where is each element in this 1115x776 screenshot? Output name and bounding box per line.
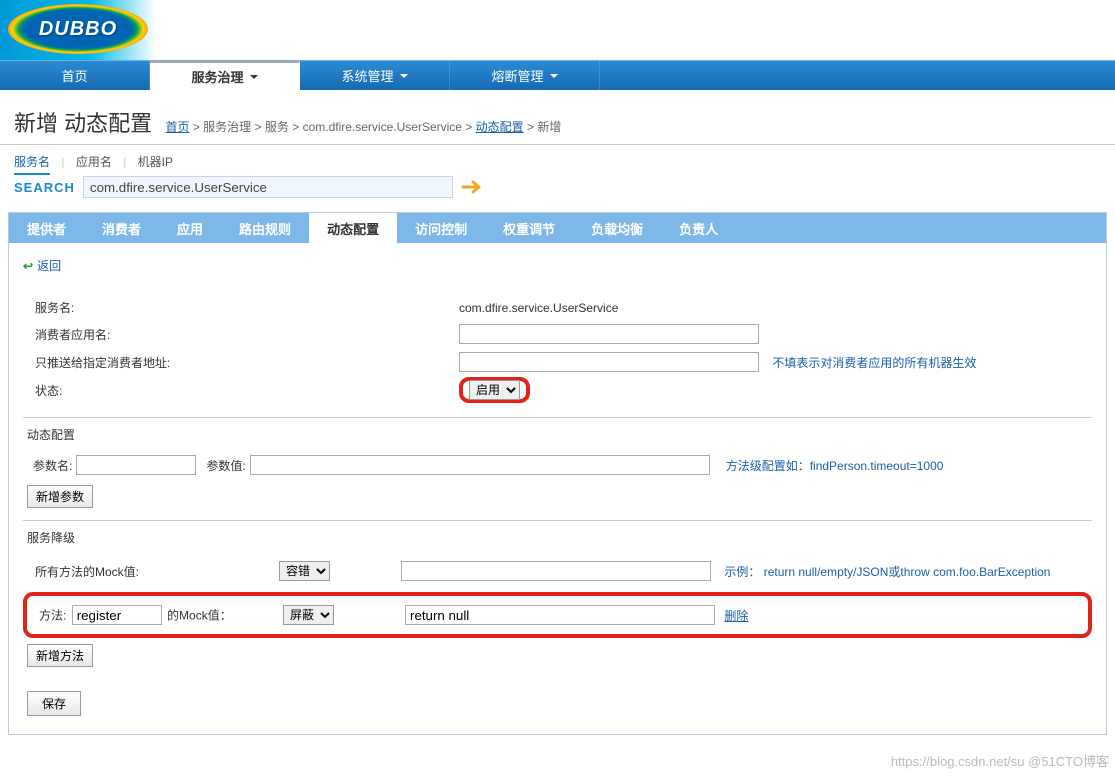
divider bbox=[23, 417, 1092, 418]
search-go-button[interactable] bbox=[461, 178, 485, 196]
brand-banner: DUBBO bbox=[0, 0, 1115, 60]
nav-service-gov-label: 服务治理 bbox=[191, 67, 243, 86]
crumb-svc: 服务 bbox=[265, 120, 289, 134]
save-button[interactable]: 保存 bbox=[27, 691, 81, 716]
back-arrow-icon: ↩ bbox=[23, 259, 33, 273]
degrade-form: 所有方法的Mock值: 容错 示例： return null/empty/JSO… bbox=[23, 556, 1092, 586]
tab-route[interactable]: 路由规则 bbox=[221, 213, 309, 243]
crumb-home[interactable]: 首页 bbox=[165, 120, 189, 134]
search-input[interactable] bbox=[83, 176, 453, 198]
tab-owner[interactable]: 负责人 bbox=[661, 213, 736, 243]
nav-system-label: 系统管理 bbox=[341, 66, 393, 85]
back-link[interactable]: ↩ 返回 bbox=[23, 257, 61, 274]
nav-circuit[interactable]: 熔断管理 bbox=[450, 61, 600, 90]
label-push-addr: 只推送给指定消费者地址: bbox=[25, 349, 455, 375]
watermark: https://blog.csdn.net/su @51CTO博客 bbox=[891, 751, 1109, 770]
label-status: 状态: bbox=[25, 377, 455, 403]
hint-param: 方法级配置如：findPerson.timeout=1000 bbox=[726, 457, 944, 474]
crumb-add: 新增 bbox=[537, 120, 561, 134]
crumb-svc-name: com.dfire.service.UserService bbox=[303, 120, 462, 134]
page-title: 新增 动态配置 bbox=[14, 106, 152, 138]
back-label: 返回 bbox=[37, 257, 61, 274]
nav-service-gov[interactable]: 服务治理 bbox=[150, 61, 300, 90]
add-method-button[interactable]: 新增方法 bbox=[27, 644, 93, 667]
tab-dynamic-config[interactable]: 动态配置 bbox=[309, 213, 397, 243]
input-param-name[interactable] bbox=[76, 455, 196, 475]
search-bar: SEARCH bbox=[0, 170, 1115, 212]
delete-method-link[interactable]: 删除 bbox=[724, 609, 748, 623]
select-all-mock[interactable]: 容错 bbox=[279, 561, 330, 581]
add-param-button[interactable]: 新增参数 bbox=[27, 485, 93, 508]
tab-loadbalance[interactable]: 负载均衡 bbox=[573, 213, 661, 243]
hint-all-mock: 示例： return null/empty/JSON或throw com.foo… bbox=[724, 565, 1050, 579]
content-frame: 提供者 消费者 应用 路由规则 动态配置 访问控制 权重调节 负载均衡 负责人 … bbox=[8, 212, 1107, 735]
label-method-prefix: 方法: bbox=[39, 609, 66, 623]
search-label: SEARCH bbox=[14, 180, 75, 195]
method-mock-row: 方法: 的Mock值： 屏蔽 删除 bbox=[33, 600, 1082, 630]
highlight-status: 启用 bbox=[459, 377, 530, 403]
view-tab-service[interactable]: 服务名 bbox=[14, 155, 50, 175]
section-dynamic-title: 动态配置 bbox=[27, 426, 1092, 443]
highlight-method-mock: 方法: 的Mock值： 屏蔽 删除 bbox=[23, 592, 1092, 638]
tab-provider[interactable]: 提供者 bbox=[9, 213, 84, 243]
view-tab-ip[interactable]: 机器IP bbox=[138, 155, 173, 173]
label-consumer-app: 消费者应用名: bbox=[25, 321, 455, 347]
input-all-mock[interactable] bbox=[401, 561, 711, 581]
hint-push-addr: 不填表示对消费者应用的所有机器生效 bbox=[772, 356, 976, 370]
view-tabs: 服务名 | 应用名 | 机器IP bbox=[0, 145, 1115, 170]
crumb-gov: 服务治理 bbox=[203, 120, 251, 134]
select-method-mock[interactable]: 屏蔽 bbox=[283, 605, 334, 625]
base-form: 服务名: com.dfire.service.UserService 消费者应用… bbox=[23, 294, 1092, 405]
label-param-name: 参数名: bbox=[33, 457, 72, 474]
tab-weight[interactable]: 权重调节 bbox=[485, 213, 573, 243]
input-method-mock[interactable] bbox=[405, 605, 715, 625]
sub-header: 新增 动态配置 首页 > 服务治理 > 服务 > com.dfire.servi… bbox=[0, 90, 1115, 145]
chevron-down-icon bbox=[550, 74, 558, 78]
select-status[interactable]: 启用 bbox=[469, 380, 520, 400]
arrow-right-icon bbox=[461, 178, 485, 196]
brand-logo: DUBBO bbox=[8, 4, 148, 54]
tab-app[interactable]: 应用 bbox=[159, 213, 221, 243]
form-body: ↩ 返回 服务名: com.dfire.service.UserService … bbox=[9, 243, 1106, 734]
breadcrumb: 首页 > 服务治理 > 服务 > com.dfire.service.UserS… bbox=[165, 118, 561, 135]
input-consumer-app[interactable] bbox=[459, 324, 759, 344]
divider bbox=[23, 520, 1092, 521]
nav-circuit-label: 熔断管理 bbox=[491, 66, 543, 85]
nav-home-label: 首页 bbox=[61, 66, 87, 85]
section-degrade-title: 服务降级 bbox=[27, 529, 1092, 546]
crumb-dyn[interactable]: 动态配置 bbox=[476, 120, 524, 134]
chevron-down-icon bbox=[250, 75, 258, 79]
nav-system[interactable]: 系统管理 bbox=[300, 61, 450, 90]
inner-tabs: 提供者 消费者 应用 路由规则 动态配置 访问控制 权重调节 负载均衡 负责人 bbox=[9, 213, 1106, 243]
nav-home[interactable]: 首页 bbox=[0, 61, 150, 90]
chevron-down-icon bbox=[400, 74, 408, 78]
value-service: com.dfire.service.UserService bbox=[457, 296, 1090, 319]
input-method-name[interactable] bbox=[72, 605, 162, 625]
main-nav: 首页 服务治理 系统管理 熔断管理 bbox=[0, 60, 1115, 90]
brand-name: DUBBO bbox=[39, 18, 117, 41]
label-param-value: 参数值: bbox=[206, 457, 245, 474]
tab-consumer[interactable]: 消费者 bbox=[84, 213, 159, 243]
label-all-mock: 所有方法的Mock值: bbox=[25, 558, 275, 584]
row-param: 参数名: 参数值: 方法级配置如：findPerson.timeout=1000 bbox=[23, 453, 1092, 477]
view-tab-app[interactable]: 应用名 bbox=[76, 155, 112, 173]
label-service: 服务名: bbox=[25, 296, 455, 319]
tab-access[interactable]: 访问控制 bbox=[397, 213, 485, 243]
input-param-value[interactable] bbox=[250, 455, 710, 475]
label-method-suffix: 的Mock值： bbox=[167, 609, 232, 623]
input-push-addr[interactable] bbox=[459, 352, 759, 372]
